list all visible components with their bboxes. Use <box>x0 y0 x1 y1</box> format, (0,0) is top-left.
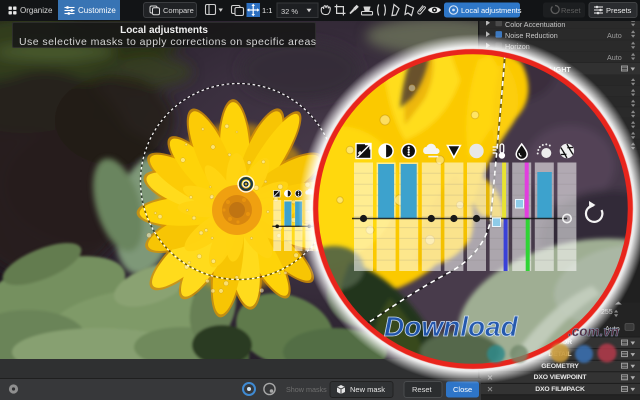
svg-text:Download: Download <box>384 311 519 342</box>
svg-text:.com.vn: .com.vn <box>568 324 619 339</box>
